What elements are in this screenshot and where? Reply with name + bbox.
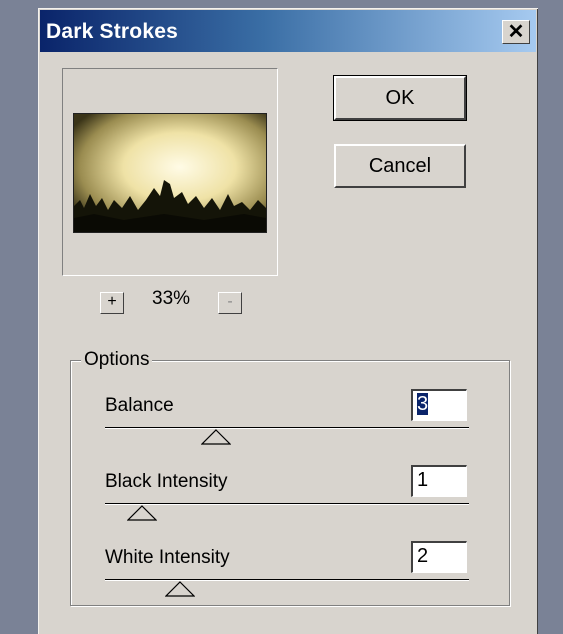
balance-input[interactable]: 3: [411, 389, 467, 421]
ok-button[interactable]: OK: [333, 75, 467, 121]
title-bar[interactable]: Dark Strokes ✕: [40, 10, 536, 52]
white-intensity-label: White Intensity: [105, 547, 230, 568]
plus-icon: +: [107, 293, 117, 310]
zoom-out-button[interactable]: -: [218, 292, 242, 314]
black-intensity-slider-track[interactable]: [105, 503, 469, 505]
preview-frame[interactable]: [62, 68, 278, 276]
black-intensity-slider-thumb[interactable]: [127, 505, 157, 521]
dialog-title: Dark Strokes: [46, 20, 178, 43]
black-intensity-label: Black Intensity: [105, 471, 228, 492]
balance-value: 3: [417, 393, 429, 415]
white-intensity-slider-thumb[interactable]: [165, 581, 195, 597]
zoom-level: 33%: [152, 288, 191, 309]
white-intensity-input[interactable]: 2: [411, 541, 467, 573]
close-icon: ✕: [507, 21, 525, 43]
preview-thumbnail: [74, 114, 266, 232]
dark-strokes-dialog: Dark Strokes ✕ + 33% - OK Cancel Options…: [38, 8, 538, 634]
minus-icon: -: [227, 293, 233, 310]
preview-image[interactable]: [73, 113, 267, 233]
white-intensity-value: 2: [417, 545, 429, 567]
options-legend: Options: [81, 349, 153, 371]
balance-label: Balance: [105, 395, 174, 416]
balance-slider-thumb[interactable]: [201, 429, 231, 445]
black-intensity-value: 1: [417, 469, 429, 491]
options-group: Options Balance 3 Black Intensity 1 Whit…: [70, 349, 510, 606]
zoom-in-button[interactable]: +: [100, 292, 124, 314]
balance-slider-track[interactable]: [105, 427, 469, 429]
black-intensity-input[interactable]: 1: [411, 465, 467, 497]
white-intensity-slider-track[interactable]: [105, 579, 469, 581]
cancel-button[interactable]: Cancel: [334, 144, 466, 188]
close-button[interactable]: ✕: [502, 20, 530, 44]
